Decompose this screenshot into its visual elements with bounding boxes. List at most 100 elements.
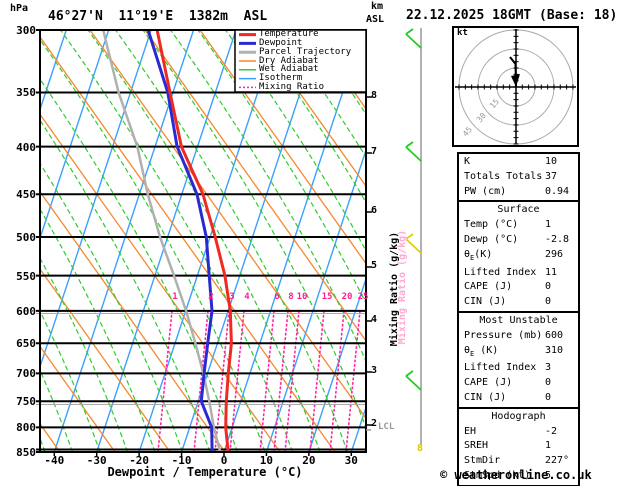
table-row: SREH 1 (459, 439, 578, 454)
pressure-tick-label: 550 (16, 269, 36, 283)
table-row-value: 227° (545, 455, 570, 467)
table-row-label: Pressure (mb) (464, 329, 543, 341)
table-row: θE (K) 310 (459, 344, 578, 362)
km-tick-label: 3 (371, 365, 378, 376)
temperature-tick-label: 30 (344, 454, 358, 467)
table-row: StmDir 227° (459, 454, 578, 469)
table-row-value: 3 (545, 362, 552, 374)
temperature-tick-label: -30 (86, 454, 107, 467)
table-row-value: 0 (545, 377, 552, 389)
sounding-indices-table: K 10 Totals Totals 37 PW (cm) 0.94 Surface Temp… (457, 152, 580, 486)
table-section: K 10 Totals Totals 37 PW (cm) 0.94 (459, 154, 578, 200)
pressure-tick-label: 600 (16, 304, 36, 318)
table-row-label: Lifted Index (464, 362, 537, 374)
mixing-ratio-value-label: 25 (357, 292, 369, 302)
pressure-unit-label: hPa (10, 3, 29, 14)
table-row-value: 10 (545, 156, 558, 167)
pressure-tick-label: 350 (16, 86, 36, 100)
table-row-label: CIN (J) (464, 296, 507, 308)
table-row-label: θE(K) (464, 248, 493, 262)
skewt-sounding-chart: hPa 46°27'N 11°19'E 1382m ASL km ASL 22.… (0, 0, 629, 486)
pressure-tick-label: 500 (16, 230, 36, 244)
table-row-value: 0 (545, 391, 552, 403)
km-tick-label: 4 (371, 314, 378, 325)
table-row-value: 296 (545, 248, 564, 260)
km-tick-label: 7 (371, 146, 378, 157)
hodograph-unit-label: kt (457, 28, 468, 38)
table-row-value: 600 (545, 329, 564, 341)
km-tick-label: 2 (371, 418, 378, 429)
table-row: CAPE (J) 0 (459, 376, 578, 391)
table-row: Dewp (°C) -2.8 (459, 233, 578, 248)
table-row-value: 11 (545, 266, 558, 278)
table-row: K 10 (459, 155, 578, 170)
table-row: Lifted Index 11 (459, 266, 578, 281)
table-section-header: Most Unstable (479, 314, 558, 326)
table-row: CAPE (J) 0 (459, 280, 578, 295)
pressure-tick-label: 700 (16, 367, 36, 381)
pressure-tick-label: 300 (16, 24, 36, 37)
km-tick-label: 8 (371, 90, 378, 101)
table-row-label: StmDir (464, 455, 501, 467)
table-row: Lifted Index 3 (459, 361, 578, 376)
table-row-label: CAPE (J) (464, 281, 513, 293)
table-row: EH -2 (459, 425, 578, 440)
table-row-value: 0 (545, 296, 552, 308)
temperature-axis-label: Dewpoint / Temperature (°C) (107, 465, 303, 479)
table-row: Temp (°C) 1 (459, 218, 578, 233)
table-section: Surface Temp (°C) 1 Dewp (°C) -2.8 θE(K) 296 Li… (459, 200, 578, 311)
pressure-tick-label: 400 (16, 140, 36, 154)
table-row-value: 1 (545, 440, 552, 452)
table-row-value: 37 (545, 170, 558, 182)
mixing-ratio-value-label: 4 (244, 292, 250, 302)
station-title: 46°27'N 11°19'E 1382m ASL (48, 9, 268, 24)
table-row-label: θE (K) (464, 344, 499, 358)
credit-watermark: © weatheronline.co.uk (440, 468, 592, 482)
altitude-unit-km: km (371, 1, 384, 12)
km-tick-label: 5 (371, 260, 378, 271)
table-row-label: SREH (464, 440, 489, 452)
mixing-ratio-value-label: 10 (296, 292, 308, 302)
mixing-ratio-value-label: 1 (172, 292, 178, 302)
table-row-value: -2 (545, 425, 558, 437)
temperature-tick-label: 10 (259, 454, 274, 467)
table-row-value: -2.8 (545, 233, 570, 245)
table-row-label: CIN (J) (464, 391, 507, 403)
table-row-label: Totals Totals (464, 170, 543, 182)
temperature-tick-label: -40 (44, 454, 65, 467)
table-row: Pressure (mb) 600 (459, 329, 578, 344)
temperature-tick-label: -20 (129, 454, 150, 467)
table-row: CIN (J) 0 (459, 391, 578, 406)
pressure-tick-label: 850 (16, 445, 36, 459)
table-row-value: 0 (545, 281, 552, 293)
table-row-label: Lifted Index (464, 266, 537, 278)
table-row-label: Temp (°C) (464, 219, 519, 231)
pressure-tick-label: 750 (16, 395, 36, 409)
table-row-label: PW (cm) (464, 185, 507, 197)
table-row: θE(K) 296 (459, 248, 578, 266)
lcl-marker-label: LCL (378, 422, 395, 432)
table-row-label: CAPE (J) (464, 377, 513, 389)
table-row: Totals Totals 37 (459, 170, 578, 185)
table-section: Most Unstable Pressure (mb) 600 θE (K) 310 Li… (459, 310, 578, 407)
table-section-header: Surface (497, 204, 540, 216)
km-tick-label: 6 (371, 205, 378, 216)
pressure-tick-label: 450 (16, 188, 36, 202)
table-row-value: 310 (545, 344, 564, 356)
table-row-label: EH (464, 425, 477, 437)
altitude-unit-asl: ASL (366, 14, 385, 25)
surface-wind-speed: 8 (417, 443, 424, 454)
temperature-tick-label: -10 (171, 454, 192, 467)
table-row-label: Dewp (°C) (464, 233, 519, 245)
valid-datetime: 22.12.2025 18GMT (Base: 18) (406, 8, 618, 23)
pressure-tick-label: 800 (16, 421, 36, 435)
table-row: CIN (J) 0 (459, 295, 578, 310)
temperature-tick-label: 0 (220, 454, 228, 467)
table-row-label: K (464, 156, 471, 167)
table-row-value: 0.94 (545, 185, 570, 197)
table-section-header: Hodograph (491, 410, 546, 422)
table-row: PW (cm) 0.94 (459, 185, 578, 200)
pressure-tick-label: 650 (16, 337, 36, 351)
mixing-ratio-axis-label: Mixing Ratio (g/kg) (389, 231, 400, 347)
temperature-tick-label: 20 (302, 454, 316, 467)
